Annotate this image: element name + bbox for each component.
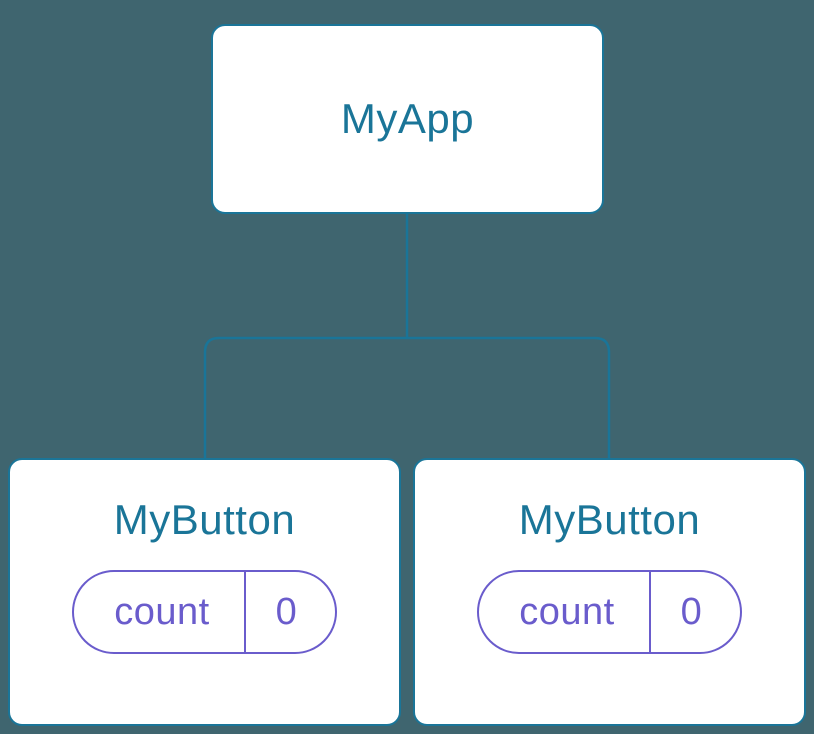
state-value: 0: [651, 572, 740, 652]
root-node-label: MyApp: [341, 95, 474, 143]
child-node-right: MyButton count 0: [413, 458, 806, 726]
state-key: count: [479, 572, 648, 652]
component-tree-diagram: MyApp MyButton count 0 MyButton count 0: [0, 0, 814, 734]
child-node-left: MyButton count 0: [8, 458, 401, 726]
root-node: MyApp: [211, 24, 604, 214]
child-node-label: MyButton: [114, 496, 295, 544]
state-pill: count 0: [72, 570, 337, 654]
state-value: 0: [246, 572, 335, 652]
state-pill: count 0: [477, 570, 742, 654]
state-key: count: [74, 572, 243, 652]
child-node-label: MyButton: [519, 496, 700, 544]
